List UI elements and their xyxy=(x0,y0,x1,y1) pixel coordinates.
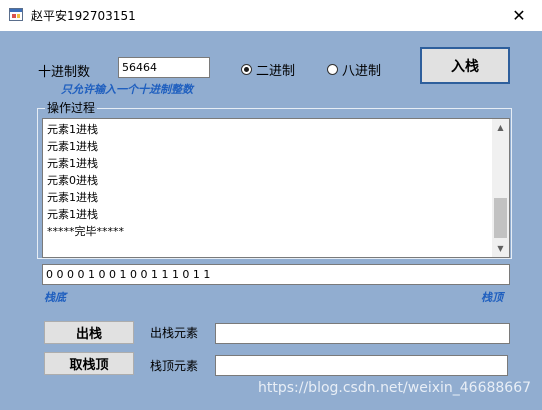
decimal-input[interactable]: 56464 xyxy=(118,57,210,78)
log-line: 元素1进栈 xyxy=(47,208,98,221)
process-log-list[interactable]: 元素1进栈 元素1进栈 元素1进栈 元素0进栈 元素1进栈 元素1进栈 ****… xyxy=(42,118,510,258)
peek-button[interactable]: 取栈顶 xyxy=(44,352,134,375)
stack-content-field[interactable]: 0 0 0 0 1 0 0 1 0 0 1 1 1 0 1 1 xyxy=(42,264,510,285)
stack-top-label: 栈顶 xyxy=(481,291,503,304)
log-lines: 元素1进栈 元素1进栈 元素1进栈 元素0进栈 元素1进栈 元素1进栈 ****… xyxy=(47,121,124,240)
radio-octal-label: 八进制 xyxy=(342,64,382,79)
close-icon: ✕ xyxy=(512,6,526,25)
log-line: 元素1进栈 xyxy=(47,140,98,153)
scroll-up-icon[interactable]: ▲ xyxy=(492,119,509,136)
form-client-area: 十进制数 56464 二进制 八进制 入栈 只允许输入一个十进制整数 操作过程 … xyxy=(0,31,542,410)
title-bar: 赵平安192703151 ✕ xyxy=(0,0,542,31)
stack-bottom-label: 栈底 xyxy=(44,291,66,304)
radio-octal[interactable]: 八进制 xyxy=(327,60,381,79)
log-scrollbar[interactable]: ▲ ▼ xyxy=(492,119,509,257)
radio-binary[interactable]: 二进制 xyxy=(241,60,295,79)
app-icon xyxy=(9,8,23,21)
top-element-field[interactable] xyxy=(215,355,508,376)
radio-binary-dot xyxy=(241,64,252,75)
radio-binary-label: 二进制 xyxy=(256,64,296,79)
push-button[interactable]: 入栈 xyxy=(420,47,510,84)
process-group-title: 操作过程 xyxy=(45,99,98,116)
watermark-text: https://blog.csdn.net/weixin_46688667 xyxy=(258,380,532,396)
scroll-thumb[interactable] xyxy=(494,198,507,238)
top-element-label: 栈顶元素 xyxy=(150,359,199,373)
pop-element-field[interactable] xyxy=(215,323,510,344)
log-line: *****完毕***** xyxy=(47,225,124,238)
log-line: 元素1进栈 xyxy=(47,123,98,136)
radio-octal-dot xyxy=(327,64,338,75)
pop-button[interactable]: 出栈 xyxy=(44,321,134,344)
scroll-down-icon[interactable]: ▼ xyxy=(492,240,509,257)
close-button[interactable]: ✕ xyxy=(496,0,542,31)
log-line: 元素1进栈 xyxy=(47,157,98,170)
log-line: 元素0进栈 xyxy=(47,174,98,187)
pop-element-label: 出栈元素 xyxy=(150,326,199,340)
window-title: 赵平安192703151 xyxy=(31,9,136,23)
log-line: 元素1进栈 xyxy=(47,191,98,204)
input-hint: 只允许输入一个十进制整数 xyxy=(61,83,193,96)
decimal-label: 十进制数 xyxy=(38,65,91,80)
